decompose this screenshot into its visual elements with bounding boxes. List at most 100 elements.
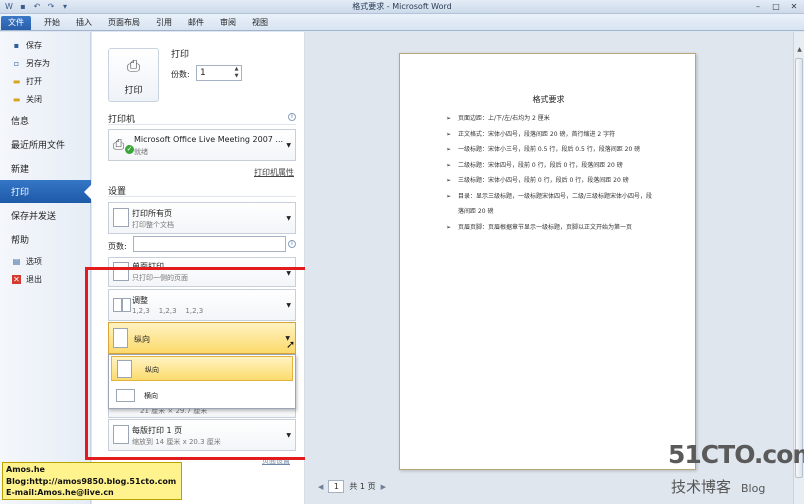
document-pages-icon	[113, 208, 129, 227]
pages-per-sheet-dropdown[interactable]: 每版打印 1 页 缩放到 14 厘米 x 20.3 厘米 ▼	[108, 419, 296, 451]
print-button[interactable]: ⎙ 打印	[108, 48, 159, 102]
print-all-sub: 打印整个文档	[132, 221, 174, 229]
folder-icon: ▬	[12, 76, 21, 86]
sides-dropdown[interactable]: 单面打印 只打印一侧的页面 ▼	[108, 257, 296, 287]
nav-options-label: 选项	[26, 256, 42, 266]
signature-email: E-mail:Amos.he@live.cn	[6, 488, 114, 497]
chevron-down-icon: ▼	[286, 302, 291, 309]
portrait-icon	[117, 360, 132, 378]
per-sheet-label: 每版打印 1 页	[132, 426, 183, 435]
one-sided-icon	[113, 262, 129, 281]
page-scale-icon	[113, 425, 129, 444]
total-pages: 共 1 页	[349, 482, 376, 491]
scrollbar-thumb[interactable]	[795, 58, 803, 478]
vertical-scrollbar[interactable]: ▲	[793, 32, 804, 504]
chevron-down-icon: ▼	[286, 215, 291, 222]
page-setup-link[interactable]: 页面设置	[262, 456, 290, 466]
list-item: 页面边距：上/下/左/右均为 2 厘米	[446, 111, 656, 127]
document-list: 页面边距：上/下/左/右均为 2 厘米 正文格式：宋体小四号，段落间距 20 磅…	[446, 111, 656, 235]
nav-exit[interactable]: ✕ 退出	[0, 271, 91, 287]
collate-icon	[122, 298, 131, 312]
tab-references[interactable]: 引用	[152, 16, 176, 30]
signature-blog: Blog:http://amos9850.blog.51cto.com	[6, 476, 177, 486]
info-icon[interactable]: i	[288, 240, 296, 248]
one-sided-sub: 只打印一侧的页面	[132, 274, 188, 282]
pages-input[interactable]	[133, 236, 286, 252]
nav-save-as[interactable]: ▫ 另存为	[0, 55, 91, 71]
mouse-cursor-icon: ➚	[286, 338, 296, 351]
list-item: 三级标题：宋体小四号，段前 0 行，段后 0 行，段落间距 20 磅	[446, 173, 656, 189]
tab-home[interactable]: 开始	[40, 16, 64, 30]
orientation-dropdown[interactable]: 纵向 ▼	[108, 322, 296, 354]
menu-item-portrait[interactable]: 纵向	[111, 356, 293, 381]
chevron-down-icon: ▼	[286, 142, 291, 149]
spin-arrows-icon[interactable]: ▲ ▼	[233, 66, 240, 80]
chevron-down-icon: ▼	[286, 270, 291, 277]
portrait-label: 纵向	[145, 366, 159, 374]
window-controls: – □ ✕	[750, 1, 802, 12]
nav-open[interactable]: ▬ 打开	[0, 73, 91, 89]
printer-name: Microsoft Office Live Meeting 2007 ...	[134, 135, 284, 144]
printer-properties-link[interactable]: 打印机属性	[254, 167, 294, 178]
maximize-icon[interactable]: □	[768, 1, 784, 12]
nav-save-as-label: 另存为	[26, 58, 50, 68]
tab-mailings[interactable]: 邮件	[184, 16, 208, 30]
info-icon[interactable]: i	[288, 113, 296, 121]
save-icon: ▪	[13, 40, 20, 50]
previous-page-icon[interactable]: ◀	[318, 483, 323, 491]
nav-save[interactable]: ▪ 保存	[0, 37, 91, 53]
page-navigator: ◀ 1 共 1 页 ▶	[318, 480, 386, 493]
orientation-label: 纵向	[134, 335, 150, 344]
copies-stepper[interactable]: 1 ▲ ▼	[196, 65, 242, 81]
close-icon[interactable]: ✕	[786, 1, 802, 12]
nav-exit-label: 退出	[26, 274, 42, 284]
tab-view[interactable]: 视图	[248, 16, 272, 30]
list-item: 二级标题：宋体四号，段前 0 行，段后 0 行，段落间距 20 磅	[446, 158, 656, 174]
nav-print[interactable]: 打印	[0, 180, 92, 203]
tab-file[interactable]: 文件	[1, 16, 31, 30]
author-signature-box: Amos.he Blog:http://amos9850.blog.51cto.…	[2, 462, 182, 500]
tab-insert[interactable]: 插入	[72, 16, 96, 30]
section-divider	[108, 196, 296, 197]
tab-review[interactable]: 审阅	[216, 16, 240, 30]
landscape-label: 横向	[144, 392, 158, 400]
list-item: 正文格式：宋体小四号，段落间距 20 磅，首行缩进 2 字符	[446, 127, 656, 143]
printer-status: 就绪	[134, 148, 148, 156]
orientation-menu: 纵向 横向	[108, 354, 296, 409]
tab-page-layout[interactable]: 页面布局	[104, 16, 144, 30]
ribbon-tabs: 文件 开始 插入 页面布局 引用 邮件 审阅 视图	[0, 14, 804, 31]
options-icon: ▤	[12, 256, 21, 266]
print-all-label: 打印所有页	[132, 209, 172, 218]
menu-item-landscape[interactable]: 横向	[111, 383, 293, 408]
window-title: 格式要求 - Microsoft Word	[352, 2, 452, 11]
printer-dropdown[interactable]: ⎙ ✓ Microsoft Office Live Meeting 2007 .…	[108, 129, 296, 161]
one-sided-label: 单面打印	[132, 262, 164, 271]
nav-recent[interactable]: 最近所用文件	[0, 133, 91, 156]
nav-info[interactable]: 信息	[0, 109, 91, 132]
nav-save-send[interactable]: 保存并发送	[0, 204, 91, 227]
collate-sub: 1,2,3 1,2,3 1,2,3	[132, 307, 204, 315]
save-as-icon: ▫	[13, 58, 20, 68]
next-page-icon[interactable]: ▶	[381, 483, 386, 491]
title-bar: W ▪ ↶ ↷ ▾ 格式要求 - Microsoft Word – □ ✕	[0, 0, 804, 14]
nav-help[interactable]: 帮助	[0, 228, 91, 251]
watermark-sub-text: 技术博客	[671, 478, 732, 496]
collate-dropdown[interactable]: 调整 1,2,3 1,2,3 1,2,3 ▼	[108, 289, 296, 321]
landscape-icon	[116, 389, 135, 402]
current-page-input[interactable]: 1	[328, 480, 345, 493]
print-range-dropdown[interactable]: 打印所有页 打印整个文档 ▼	[108, 202, 296, 234]
nav-options[interactable]: ▤ 选项	[0, 253, 91, 269]
document-title: 格式要求	[532, 95, 565, 104]
section-divider	[108, 124, 296, 125]
nav-save-label: 保存	[26, 40, 42, 50]
copies-value: 1	[200, 68, 206, 78]
watermark-blog: Blog	[741, 482, 766, 495]
collate-icon	[113, 298, 122, 312]
nav-new[interactable]: 新建	[0, 157, 91, 180]
scroll-up-icon[interactable]: ▲	[795, 46, 804, 53]
list-item: 页眉页脚：页眉根据章节显示一级标题，页脚以正文开始为第一页	[446, 220, 656, 236]
watermark-brand: 51CTO.com	[668, 440, 804, 469]
minimize-icon[interactable]: –	[750, 1, 766, 12]
nav-close[interactable]: ▬ 关闭	[0, 91, 91, 107]
print-heading: 打印	[171, 50, 190, 60]
